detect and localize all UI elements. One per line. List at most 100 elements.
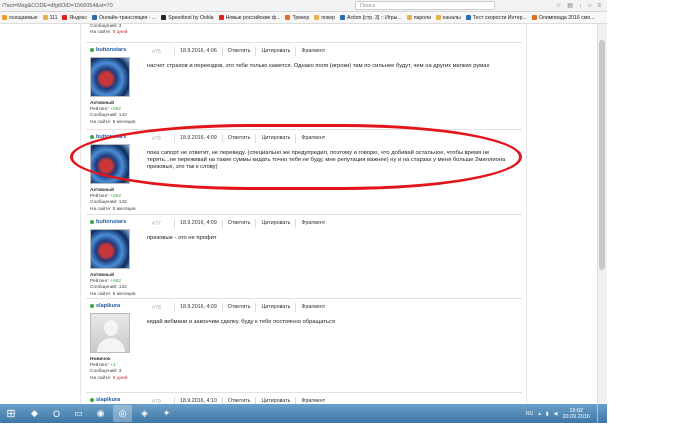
- post-meta: #75 18.9.2016, 4:06 Ответить Цитировать Фраг…: [152, 47, 330, 56]
- avatar[interactable]: [90, 229, 130, 269]
- bookmark-item[interactable]: пароли: [406, 15, 431, 21]
- post-number[interactable]: #78: [152, 305, 174, 311]
- post-message: пока сапорт не ответит, не переведу. (сп…: [147, 150, 506, 171]
- bookmark-label: Тест скорости Интер...: [472, 14, 527, 21]
- show-desktop-button[interactable]: [597, 404, 603, 423]
- folder-icon: [435, 15, 441, 20]
- quote-button[interactable]: Цитировать: [255, 47, 295, 56]
- post-meta: #77 18.9.2016, 4:09 Ответить Цитировать Фраг…: [152, 219, 330, 228]
- bookmark-item[interactable]: Speedtest by Ookla: [161, 14, 214, 21]
- reply-button[interactable]: Ответить: [221, 134, 256, 143]
- page-icon: [91, 15, 97, 20]
- forum-post: buttonstars #76 18.9.2016, 4:09 Ответить Цит…: [86, 129, 522, 214]
- avatar[interactable]: [90, 57, 130, 97]
- reply-button[interactable]: Ответить: [221, 303, 256, 312]
- app-shield-icon[interactable]: ◈: [135, 405, 154, 422]
- bookmark-item[interactable]: покер: [314, 15, 335, 21]
- online-status-icon: [90, 135, 94, 139]
- post-date: 18.9.2016, 4:09: [174, 303, 222, 312]
- bookmark-item[interactable]: каналы: [435, 15, 461, 21]
- language-indicator[interactable]: RU: [526, 411, 533, 417]
- bookmark-item[interactable]: Action [стр. 3] :: Игры...: [340, 15, 402, 21]
- user-online: На сайте: 5 месяцев: [90, 119, 136, 125]
- avatar-image: [91, 230, 129, 268]
- quote-button[interactable]: Цитировать: [255, 134, 295, 143]
- bookmark-item[interactable]: Олимпиада 2016 смо...: [531, 14, 595, 21]
- bookmark-label: Олимпиада 2016 смо...: [538, 14, 595, 21]
- online-status-icon: [90, 398, 94, 402]
- author-name[interactable]: slapikura: [96, 397, 120, 403]
- post-author[interactable]: buttonstars: [90, 47, 126, 53]
- post-meta: #78 18.9.2016, 4:09 Ответить Цитировать Фраг…: [152, 303, 330, 312]
- post-message: призовые - это не профит: [147, 235, 217, 241]
- bookmark-label: Speedtest by Ookla: [168, 14, 214, 21]
- post-date: 18.9.2016, 4:09: [174, 219, 222, 228]
- bookmark-item[interactable]: Новые российские ф...: [218, 14, 281, 21]
- star-icon: [2, 15, 7, 20]
- scrollbar-thumb[interactable]: [599, 40, 605, 270]
- bookmark-item[interactable]: Тест скорости Интер...: [465, 14, 527, 21]
- app-firefox-icon[interactable]: ◎: [113, 405, 132, 422]
- author-name[interactable]: buttonstars: [96, 219, 126, 225]
- fragment-button[interactable]: Фрагмент: [295, 219, 330, 228]
- volume-icon[interactable]: ◀: [554, 411, 558, 417]
- post-number[interactable]: #77: [152, 221, 174, 227]
- post-author[interactable]: slapikura: [90, 397, 120, 403]
- yandex-icon: [62, 15, 68, 20]
- page-icon: [465, 15, 471, 20]
- address-bar: /?act=Msg&CODE=dfg6OID=1566054&st=70 Пои…: [0, 0, 607, 12]
- bookmark-item[interactable]: Онлайн-трансляция - ...: [91, 14, 157, 21]
- post-number[interactable]: #75: [152, 49, 174, 55]
- fragment-button[interactable]: Фрагмент: [295, 303, 330, 312]
- bookmark-item[interactable]: Трекер: [285, 15, 309, 21]
- app-opera-icon[interactable]: O: [47, 405, 66, 422]
- bookmark-label: Новые российские ф...: [225, 14, 281, 21]
- app-green-icon[interactable]: ◆: [25, 405, 44, 422]
- post-author[interactable]: buttonstars: [90, 134, 126, 140]
- bookmark-item[interactable]: осещаемые: [2, 15, 38, 21]
- home-icon[interactable]: ⌂: [588, 3, 592, 9]
- user-info: Новичок Рейтинг: +1 Сообщений: 3 На сайте: …: [90, 357, 127, 382]
- bookmarks-bar: осещаемые 111 Яндекс Онлайн-трансляция - ..…: [0, 12, 607, 24]
- star-icon[interactable]: ☆: [556, 2, 561, 9]
- bookmark-icon[interactable]: ▤: [567, 2, 573, 9]
- url-field[interactable]: /?act=Msg&CODE=dfg6OID=1566054&st=70: [0, 3, 250, 9]
- menu-icon[interactable]: ≡: [597, 3, 601, 9]
- tray-arrow-icon[interactable]: ▴: [538, 411, 541, 417]
- network-icon[interactable]: ▮: [546, 411, 549, 417]
- search-input[interactable]: Поиск: [355, 1, 495, 10]
- author-name[interactable]: slapikura: [96, 303, 120, 309]
- author-name[interactable]: buttonstars: [96, 47, 126, 53]
- author-name[interactable]: buttonstars: [96, 134, 126, 140]
- avatar[interactable]: [90, 313, 130, 353]
- forum-post: buttonstars #77 18.9.2016, 4:09 Ответить Цит…: [86, 214, 522, 298]
- bookmark-item[interactable]: 111: [42, 15, 57, 21]
- app-folder-icon[interactable]: ▭: [69, 405, 88, 422]
- quote-button[interactable]: Цитировать: [255, 303, 295, 312]
- youtube-icon: [218, 15, 224, 20]
- taskbar-apps: ⊞ ◆ O ▭ ◉ ◎ ◈ ✦: [0, 405, 176, 422]
- quote-button[interactable]: Цитировать: [255, 219, 295, 228]
- avatar[interactable]: [90, 144, 130, 184]
- post-meta: #76 18.9.2016, 4:09 Ответить Цитировать Фраг…: [152, 134, 330, 143]
- user-info: Активный Рейтинг: +662 Сообщений: 142 На са…: [90, 188, 136, 213]
- avatar-image: [91, 58, 129, 96]
- user-online: На сайте: 6 дней: [90, 375, 128, 381]
- start-button-icon[interactable]: ⊞: [0, 405, 22, 422]
- app-tool-icon[interactable]: ✦: [157, 405, 176, 422]
- clock-date: 20.09.2016: [562, 413, 590, 420]
- bookmark-label: Онлайн-трансляция - ...: [98, 14, 157, 21]
- post-author[interactable]: slapikura: [90, 303, 120, 309]
- post-number[interactable]: #76: [152, 136, 174, 142]
- reply-button[interactable]: Ответить: [221, 219, 256, 228]
- download-icon[interactable]: ↓: [579, 3, 582, 9]
- bookmark-item[interactable]: Яндекс: [62, 15, 87, 21]
- post-author[interactable]: buttonstars: [90, 219, 126, 225]
- bookmark-label: осещаемые: [9, 14, 38, 21]
- folder-icon: [42, 15, 48, 20]
- fragment-button[interactable]: Фрагмент: [295, 47, 330, 56]
- reply-button[interactable]: Ответить: [221, 47, 256, 56]
- fragment-button[interactable]: Фрагмент: [295, 134, 330, 143]
- app-chrome-icon[interactable]: ◉: [91, 405, 110, 422]
- clock[interactable]: 19:02 20.09.2016: [562, 408, 590, 420]
